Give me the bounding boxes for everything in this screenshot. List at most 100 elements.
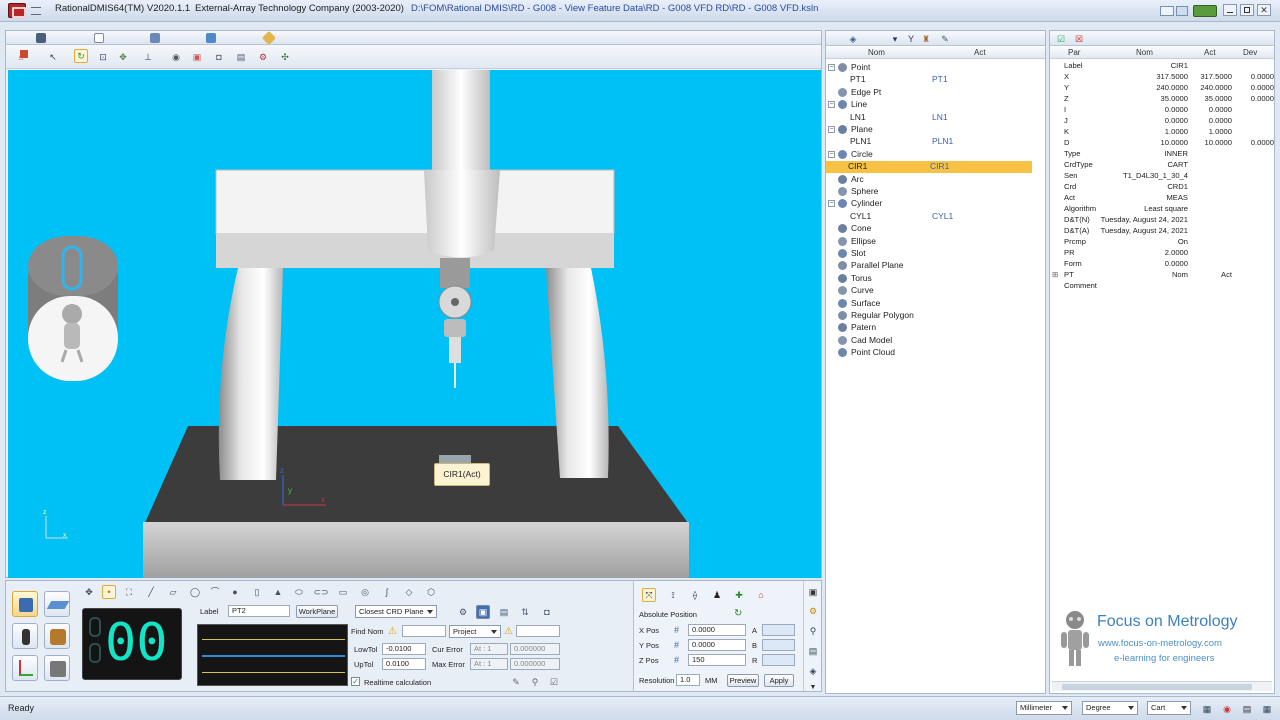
prop-row-k[interactable]: K 1.0000 1.0000 [1052,127,1272,138]
edge-point-icon[interactable]: ⛶ [122,585,136,599]
funnel-icon[interactable]: Y [904,32,918,46]
minimize-button[interactable] [1223,4,1237,16]
clipboard-icon[interactable]: ▤ [234,50,248,64]
confirm-icon[interactable]: ☑ [547,675,561,689]
measure-plane-icon[interactable] [44,591,70,617]
tree-expander-icon[interactable]: − [828,64,835,71]
delete-icon[interactable]: ☒ [1072,32,1086,46]
layout-icon[interactable] [1160,6,1174,16]
tools-icon[interactable]: ✣ [278,50,292,64]
preview-button[interactable]: Preview [727,674,759,687]
tree-item-regular-polygon[interactable]: Regular Polygon [828,310,1038,322]
uptol-input[interactable]: 0.0100 [382,658,426,670]
export-icon[interactable]: ⇅ [518,605,532,619]
home-position-icon[interactable]: ⌂ [754,588,768,602]
prop-row-y[interactable]: Y 240.0000 240.0000 0.0000 [1052,83,1274,94]
tree-item-surface[interactable]: Surface [828,298,1038,310]
slot-feature-icon[interactable]: ⊂⊃ [313,585,328,599]
prop-row-algorithm[interactable]: Algorithm Least square [1052,204,1272,215]
tree-item-slot[interactable]: Slot [828,248,1038,260]
tab-diamond-icon[interactable] [261,30,277,46]
z-pos-input[interactable]: 150 [688,654,746,666]
close-button[interactable]: ✕ [1257,4,1271,16]
prop-row-comment[interactable]: Comment [1052,281,1272,292]
grid-icon[interactable]: ▦ [1260,702,1274,716]
tree-item-plane[interactable]: − Plane [828,124,1038,136]
tree-item-cad-model[interactable]: Cad Model [828,335,1038,347]
prop-row-pt[interactable]: ⊞ PT Nom Act [1052,270,1272,281]
render-icon[interactable]: ▣ [190,50,204,64]
tree-expander-icon[interactable]: − [828,126,835,133]
cad-viewport[interactable]: y x z z x CIR1(Act) [8,70,821,578]
lock-icon[interactable]: ▤ [1240,702,1254,716]
prop-row-crdtype[interactable]: CrdType CART [1052,160,1272,171]
joystick-icon[interactable] [12,623,38,649]
ellipse-feature-icon[interactable]: ⬭ [292,585,306,599]
tab-document-icon[interactable] [94,33,104,43]
camera-icon[interactable]: ◘ [212,50,226,64]
menu-dropdown-icon[interactable] [31,7,41,15]
b-input[interactable] [762,639,795,651]
prop-row-z[interactable]: Z 35.0000 35.0000 0.0000 [1052,94,1274,105]
torus-feature-icon[interactable]: ◎ [358,585,372,599]
project-input[interactable] [516,625,560,637]
probe-angle-icon[interactable]: ⟠ [688,588,702,602]
probe-mode-icon[interactable] [12,591,38,617]
tree-item-sphere[interactable]: Sphere [828,186,1038,198]
apply-button[interactable]: Apply [764,674,794,687]
zoom-icon[interactable]: ⚲ [806,624,820,638]
stack-icon[interactable]: ▤ [806,644,820,658]
coord-select[interactable]: Cart [1147,701,1191,715]
restore-icon[interactable] [1176,6,1188,16]
feature-tag-label[interactable]: CIR1(Act) [434,463,490,486]
link-icon[interactable]: ⚲ [528,675,542,689]
filter-icon[interactable]: ▾ [888,32,902,46]
plane-feature-icon[interactable]: ▱ [166,585,180,599]
tree-settings-icon[interactable]: ✎ [938,32,952,46]
curve-feature-icon[interactable]: ∫ [380,585,394,599]
prop-row-crd[interactable]: Crd CRD1 [1052,182,1272,193]
r-input[interactable] [762,654,795,666]
tree-item-point[interactable]: − Point [828,62,1038,74]
expand-down-icon[interactable]: ▼ [806,680,820,694]
cone-feature-icon[interactable]: ▲ [271,585,285,599]
arc-feature-icon[interactable]: ⌒ [208,585,222,599]
line-feature-icon[interactable]: ╱ [144,585,158,599]
angle-select[interactable]: Degree [1082,701,1138,715]
tree-item-pt1[interactable]: PT1 PT1 [828,74,1038,86]
prop-row-d-t-a-[interactable]: D&T(A) Tuesday, August 24, 2021 [1052,226,1272,237]
prop-row-act[interactable]: Act MEAS [1052,193,1272,204]
tree-expander-icon[interactable]: − [828,150,835,158]
tab-home-icon[interactable] [36,33,46,43]
prop-expand-icon[interactable]: ⊞ [1052,270,1058,279]
joystick-small-icon[interactable]: ♟ [710,588,724,602]
crd-plane-select[interactable]: Closest CRD Plane [355,605,437,618]
prop-row-type[interactable]: Type INNER [1052,149,1272,160]
prop-row-j[interactable]: J 0.0000 0.0000 [1052,116,1272,127]
tree-item-cyl1[interactable]: CYL1 CYL1 [828,211,1038,223]
eye-icon[interactable]: ◉ [169,50,183,64]
refresh-icon[interactable]: ↻ [734,608,742,619]
axes-icon[interactable] [12,655,38,681]
tree-item-torus[interactable]: Torus [828,273,1038,285]
prop-row-d-t-n-[interactable]: D&T(N) Tuesday, August 24, 2021 [1052,215,1272,226]
workplane-button[interactable]: WorkPlane [296,605,338,618]
tab-cube-icon[interactable] [206,33,216,43]
tree-item-parallel-plane[interactable]: Parallel Plane [828,260,1038,272]
axis-icon[interactable]: ⊥ [141,50,155,64]
print-icon[interactable]: ▣ [806,585,820,599]
realtime-checkbox[interactable]: ✓ [351,677,360,686]
resolution-input[interactable]: 1.0 [676,674,700,686]
tree-item-cir1[interactable]: CIR1 CIR1 [826,161,1032,174]
tree-item-cylinder[interactable]: − Cylinder [828,198,1038,210]
sphere-feature-icon[interactable]: ● [228,585,242,599]
prop-row-label[interactable]: Label CIR1 [1052,61,1272,72]
edit-icon[interactable]: ✎ [509,675,523,689]
lowtol-input[interactable]: -0.0100 [382,643,426,655]
probe-comp-icon[interactable]: ⚙ [456,605,470,619]
probe-move-icon[interactable]: ⟟ [666,588,680,602]
home-icon[interactable] [20,50,28,58]
point-feature-icon[interactable]: • [102,585,116,599]
label-input[interactable]: PT2 [228,605,290,617]
prop-row-sen[interactable]: Sen T1_D4L30_1_30_4 [1052,171,1272,182]
